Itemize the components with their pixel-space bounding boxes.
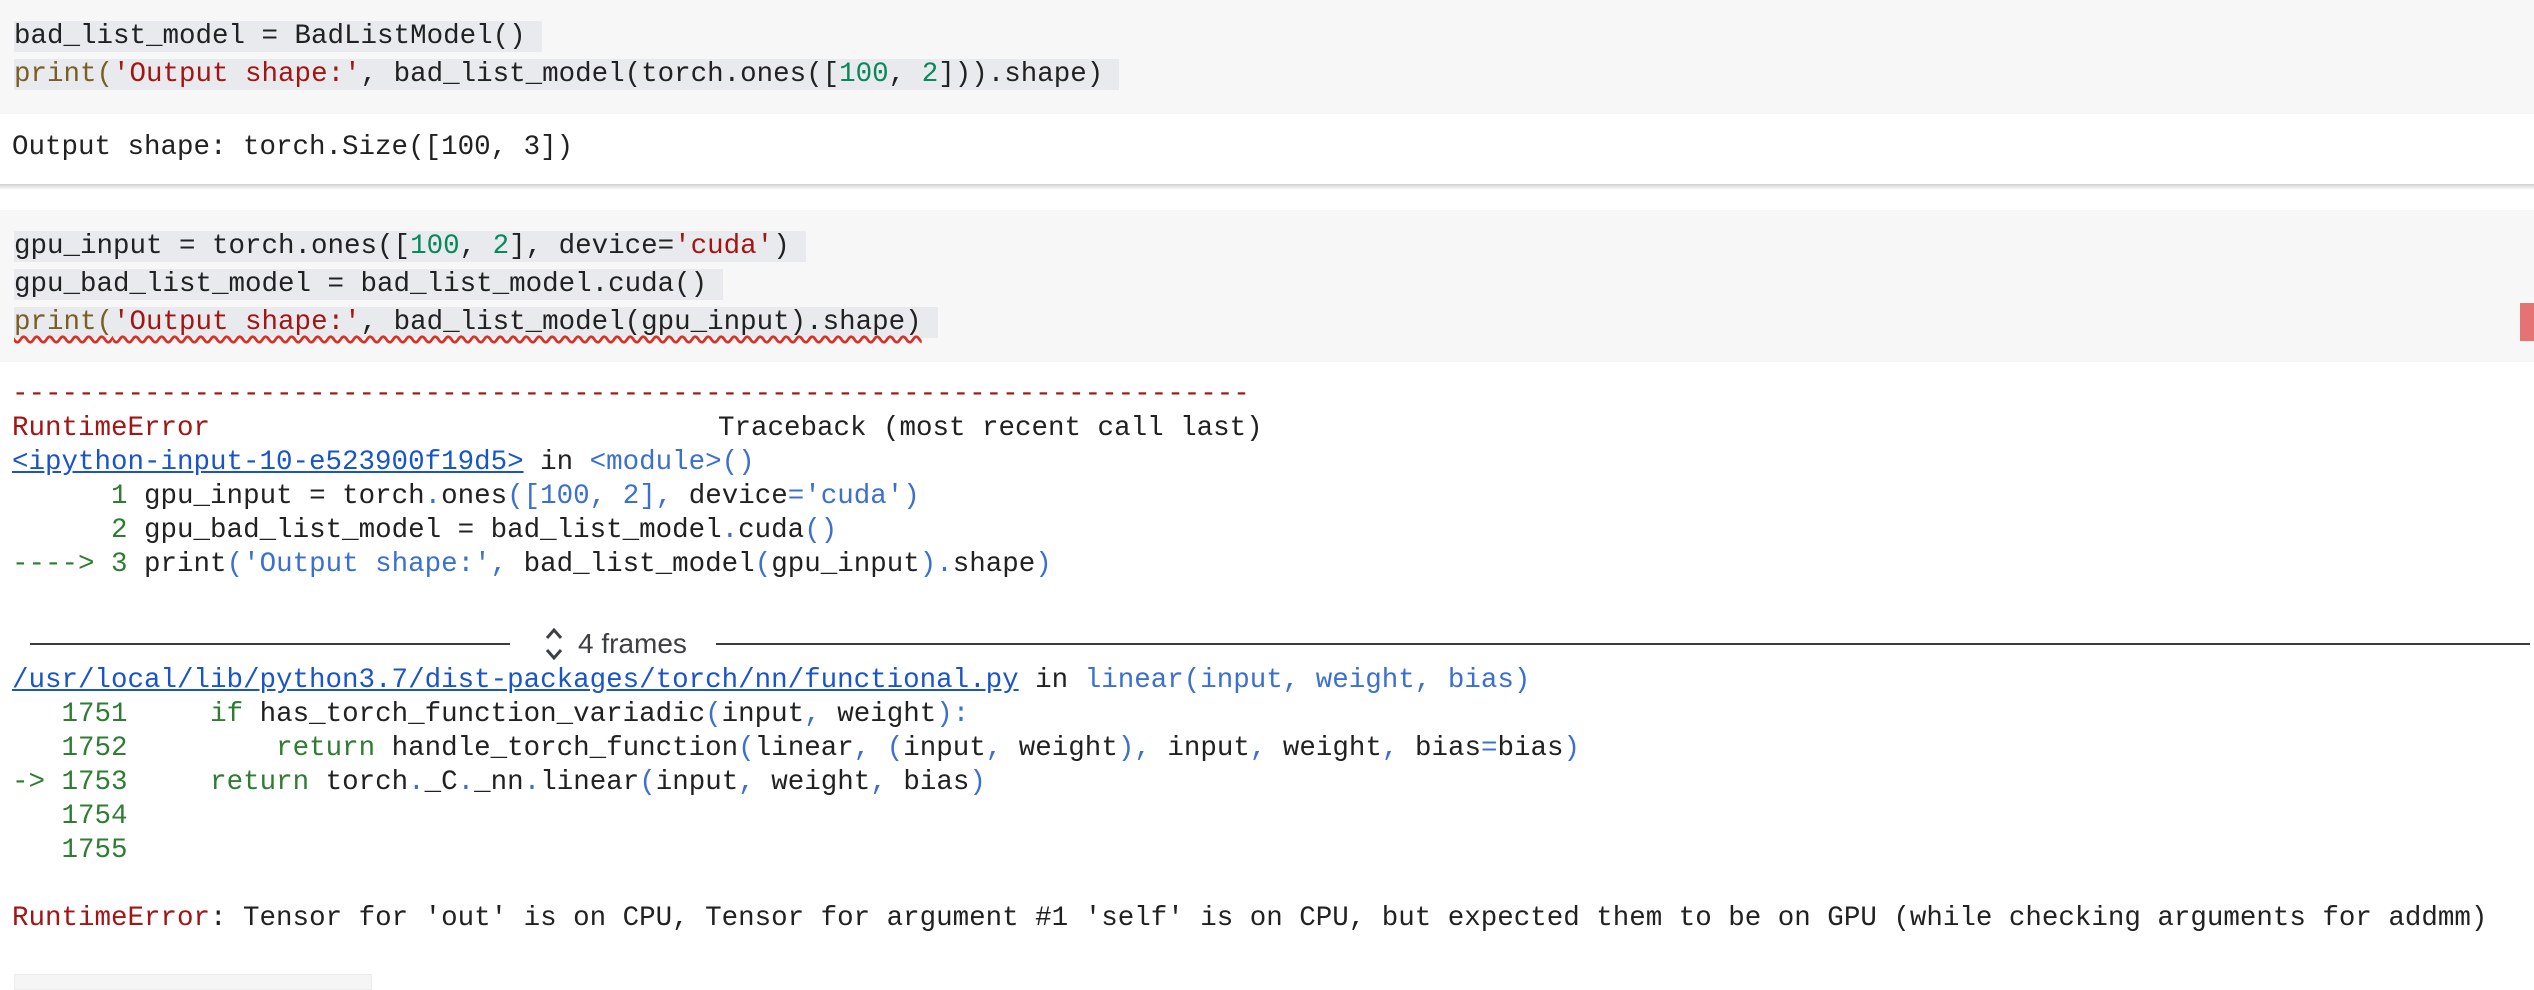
error-text: : Tensor for 'out' is on CPU, Tensor for… <box>210 903 2488 934</box>
traceback-line: 1754 <box>12 800 128 834</box>
code-text: return handle_torch_function(linear, (in… <box>276 733 1580 764</box>
traceback-line-current: -> 1753 return torch._C._nn.linear(input… <box>12 766 986 800</box>
code-text: gpu_bad_list_model = bad_list_model.cuda… <box>14 269 724 300</box>
code-line[interactable]: print('Output shape:', bad_list_model(gp… <box>14 304 938 342</box>
code-text: bad_list_model = BadListModel() <box>14 21 542 52</box>
code-text: if has_torch_function_variadic(input, we… <box>210 699 970 730</box>
input-cell-link[interactable]: <ipython-input-10-e523900f19d5> <box>12 447 524 478</box>
module-name: <module>() <box>589 447 755 478</box>
in-word: in <box>1018 665 1085 696</box>
traceback-location: /usr/local/lib/python3.7/dist-packages/t… <box>12 664 1530 698</box>
code-text: print('Output shape:', bad_list_model(gp… <box>14 307 938 338</box>
frames-count-label[interactable]: 4 frames <box>578 624 687 664</box>
error-name: RuntimeError <box>12 903 211 934</box>
line-number: -> 1753 <box>12 767 128 798</box>
code-token: 'cuda' <box>674 231 774 262</box>
code-text: gpu_input = torch.ones([100, 2], device=… <box>14 231 806 262</box>
code-token: , <box>888 59 922 90</box>
code-text: print('Output shape:', bad_list_model(to… <box>14 59 1120 90</box>
line-number: 1752 <box>12 733 128 764</box>
final-error-message: RuntimeError: Tensor for 'out' is on CPU… <box>12 902 2487 936</box>
frames-divider-left <box>30 643 510 645</box>
cell-divider <box>0 184 2534 190</box>
code-token: , <box>459 231 493 262</box>
line-number: 1754 <box>12 801 128 832</box>
traceback-line: 1751 if has_torch_function_variadic(inpu… <box>12 698 970 732</box>
line-number: ----> 3 <box>12 549 128 580</box>
code-line[interactable]: print('Output shape:', bad_list_model(to… <box>14 56 1120 94</box>
cell-1-output: Output shape: torch.Size([100, 3]) <box>12 132 574 163</box>
line-number: 1755 <box>12 835 128 866</box>
code-token: ], device= <box>509 231 675 262</box>
traceback-line: 2 gpu_bad_list_model = bad_list_model.cu… <box>12 514 837 548</box>
code-cell-1[interactable]: bad_list_model = BadListModel() print('O… <box>0 0 2534 114</box>
code-line[interactable]: gpu_input = torch.ones([100, 2], device=… <box>14 228 806 266</box>
line-number: 1751 <box>12 699 128 730</box>
frames-divider-right <box>716 643 2530 645</box>
traceback-divider: ----------------------------------------… <box>12 379 1250 410</box>
code-token: , bad_list_model(gpu_input).shape) <box>360 307 922 338</box>
code-token: ])).shape) <box>938 59 1104 90</box>
code-cell-2[interactable]: gpu_input = torch.ones([100, 2], device=… <box>0 210 2534 362</box>
code-text: print('Output shape:', bad_list_model(gp… <box>144 549 1052 580</box>
error-name: RuntimeError <box>12 413 211 444</box>
code-token: 100 <box>410 231 460 262</box>
line-number: 1 <box>12 481 128 512</box>
function-signature: linear(input, weight, bias) <box>1084 665 1531 696</box>
code-token: print( <box>14 307 114 338</box>
code-text: gpu_bad_list_model = bad_list_model.cuda… <box>144 515 838 546</box>
code-line[interactable]: gpu_bad_list_model = bad_list_model.cuda… <box>14 266 724 304</box>
code-line[interactable]: bad_list_model = BadListModel() <box>14 18 542 56</box>
traceback-title: Traceback (most recent call last) <box>718 413 1263 444</box>
error-line-marker <box>2520 303 2534 341</box>
code-token: ) <box>773 231 790 262</box>
traceback-line: 1752 return handle_torch_function(linear… <box>12 732 1581 766</box>
code-token: 'Output shape:' <box>113 307 361 338</box>
code-token: 2 <box>492 231 510 262</box>
traceback-line-current: ----> 3 print('Output shape:', bad_list_… <box>12 548 1052 582</box>
traceback-header: RuntimeError Traceback (most recent call … <box>12 412 1263 446</box>
code-text: gpu_input = torch.ones([100, 2], device=… <box>144 481 920 512</box>
collapsed-frames-toggle[interactable]: 4 frames <box>30 624 2530 664</box>
code-token: 100 <box>839 59 889 90</box>
code-token: , bad_list_model(torch.ones([ <box>360 59 840 90</box>
line-number: 2 <box>12 515 128 546</box>
traceback-line: 1 gpu_input = torch.ones([100, 2], devic… <box>12 480 920 514</box>
traceback-location: <ipython-input-10-e523900f19d5> in <modu… <box>12 446 755 480</box>
traceback-line: 1755 <box>12 834 128 868</box>
code-token: 2 <box>921 59 939 90</box>
expand-collapse-icon[interactable] <box>544 624 564 664</box>
in-word: in <box>523 447 590 478</box>
code-token: gpu_input = torch.ones([ <box>14 231 411 262</box>
code-text: return torch._C._nn.linear(input, weight… <box>210 767 986 798</box>
code-token: 'Output shape:' <box>113 59 361 90</box>
file-link[interactable]: /usr/local/lib/python3.7/dist-packages/t… <box>12 665 1019 696</box>
code-token: print( <box>14 59 114 90</box>
